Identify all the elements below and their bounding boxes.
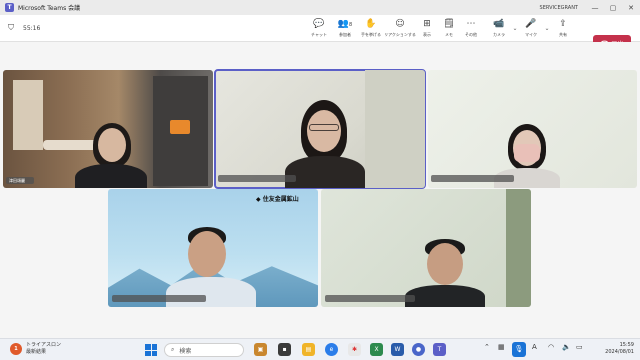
video-tile-participant-4[interactable]: ◆ 住友金属鉱山	[108, 189, 318, 307]
notes-button[interactable]: 🗒 メモ	[438, 15, 460, 42]
mic-icon: 🎤	[525, 19, 537, 29]
tray-app-icon[interactable]: ▦	[498, 343, 505, 351]
battery-icon[interactable]: ▭	[576, 343, 583, 351]
video-tile-participant-2[interactable]	[214, 69, 426, 189]
more-icon: ⋯	[466, 19, 476, 29]
widget-subtitle: 最新結果	[26, 349, 47, 355]
video-tile-participant-1[interactable]: 津田頌麗	[3, 70, 213, 188]
excel-app-icon[interactable]: X	[370, 343, 383, 356]
company-logo-text: ◆ 住友金属鉱山	[256, 196, 299, 203]
search-placeholder: 検索	[179, 347, 192, 355]
people-button[interactable]: 👥8 参加者	[332, 15, 358, 42]
video-stage: 津田頌麗 ◆ 住友金属鉱山	[0, 42, 640, 338]
search-icon: ⌕	[171, 346, 175, 353]
chat-app-icon[interactable]: ●	[412, 343, 425, 356]
view-icon: ⊞	[423, 19, 431, 29]
system-clock[interactable]: 15:59 2024/08/01	[598, 342, 634, 356]
participant-1-name: 津田頌麗	[6, 177, 34, 184]
teams-app-icon: T	[5, 3, 14, 12]
tenant-name[interactable]: SERVICEGRANT	[540, 5, 578, 11]
video-tile-participant-5[interactable]	[321, 189, 531, 307]
view-label: 表示	[423, 32, 431, 37]
people-label: 参加者	[339, 32, 351, 37]
mic-button[interactable]: 🎤 マイク	[520, 15, 542, 42]
raise-hand-button[interactable]: ✋ 手を挙げる	[358, 15, 384, 42]
video-tile-participant-3[interactable]	[428, 70, 637, 188]
clock-time: 15:59	[619, 342, 634, 348]
news-badge-icon: 1	[10, 343, 22, 355]
chat-icon: 💬	[313, 19, 325, 29]
minimize-button[interactable]: —	[586, 4, 604, 12]
microphone-in-use-icon[interactable]: 🎙	[512, 342, 526, 357]
participant-2-name	[218, 175, 296, 182]
chat-button[interactable]: 💬 チャット	[306, 15, 332, 42]
reactions-label: リアクションする	[384, 32, 416, 37]
camera-icon: 📹	[493, 19, 505, 29]
meeting-timer: 55:16	[23, 24, 41, 32]
mic-label: マイク	[525, 32, 537, 37]
window-title: Microsoft Teams 会議	[18, 5, 81, 12]
shield-icon: ⛉	[8, 23, 14, 32]
camera-label: カメラ	[493, 32, 505, 37]
taskbar-search-box[interactable]: ⌕ 検索	[164, 343, 244, 357]
briefcase-app-icon[interactable]: ▣	[254, 343, 267, 356]
raise-hand-icon: ✋	[365, 19, 377, 29]
more-button[interactable]: ⋯ その他	[460, 15, 482, 42]
participant-5-name	[325, 295, 415, 302]
teams-taskbar-icon[interactable]: T	[433, 343, 446, 356]
speaker-icon[interactable]: 🔈	[562, 343, 571, 351]
wifi-icon[interactable]: ◠	[548, 343, 554, 351]
weather-widget[interactable]: 1 トライアスロン 最新結果	[10, 342, 61, 356]
notes-label: メモ	[445, 32, 453, 37]
more-label: その他	[465, 32, 477, 37]
people-icon: 👥8	[337, 19, 353, 29]
meeting-toolbar: ⛉ 55:16 💬 チャット 👥8 参加者 ✋ 手を挙げる ☺ リアクションする…	[0, 15, 640, 51]
word-app-icon[interactable]: W	[391, 343, 404, 356]
mic-options-chevron-icon[interactable]: ⌄	[542, 25, 552, 32]
ime-indicator[interactable]: A	[532, 343, 537, 351]
share-label: 共有	[559, 32, 567, 37]
weather-text: トライアスロン 最新結果	[26, 342, 61, 356]
terminal-app-icon[interactable]: ▪	[278, 343, 291, 356]
share-button[interactable]: ⇪ 共有	[552, 15, 574, 42]
meeting-controls: 💬 チャット 👥8 参加者 ✋ 手を挙げる ☺ リアクションする ⊞ 表示 🗒 …	[306, 15, 574, 42]
windows-taskbar: 1 トライアスロン 最新結果 ⌕ 検索 ▣ ▪ ▤ e ✱ X W ● T ⌃ …	[0, 338, 640, 360]
participant-3-name	[431, 175, 514, 182]
raise-hand-label: 手を挙げる	[361, 32, 381, 37]
maximize-button[interactable]: ▢	[604, 4, 622, 12]
logo-diamond-icon: ◆	[256, 196, 261, 203]
participant-count: 8	[349, 22, 353, 28]
widget-title: トライアスロン	[26, 342, 62, 348]
view-button[interactable]: ⊞ 表示	[416, 15, 438, 42]
camera-button[interactable]: 📹 カメラ	[488, 15, 510, 42]
edge-browser-icon[interactable]: e	[325, 343, 338, 356]
close-window-button[interactable]: ✕	[622, 4, 640, 12]
tray-overflow-icon[interactable]: ⌃	[484, 343, 490, 351]
notes-icon: 🗒	[443, 19, 455, 29]
windows-start-icon[interactable]	[145, 344, 157, 356]
chat-label: チャット	[311, 32, 327, 37]
camera-options-chevron-icon[interactable]: ⌄	[510, 25, 520, 32]
file-explorer-icon[interactable]: ▤	[302, 343, 315, 356]
clock-date: 2024/08/01	[605, 349, 634, 355]
slack-app-icon[interactable]: ✱	[348, 343, 361, 356]
participant-4-name	[112, 295, 206, 302]
reactions-button[interactable]: ☺ リアクションする	[384, 15, 416, 42]
share-icon: ⇪	[559, 19, 567, 29]
reactions-icon: ☺	[395, 19, 405, 29]
window-titlebar: T Microsoft Teams 会議 SERVICEGRANT — ▢ ✕	[0, 0, 640, 15]
